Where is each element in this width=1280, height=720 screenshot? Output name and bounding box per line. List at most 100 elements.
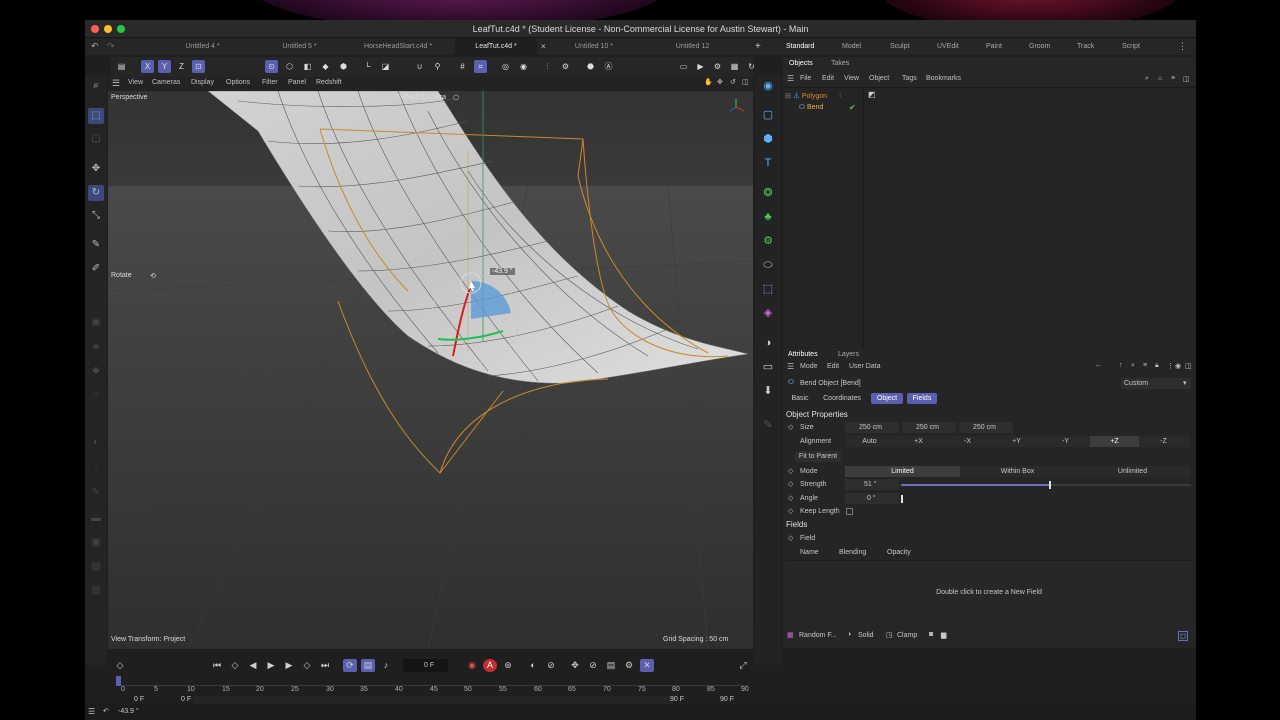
play-icon[interactable]: ▶	[264, 659, 278, 672]
new-window-icon[interactable]: ◫	[1183, 75, 1190, 83]
more-icon[interactable]: ⋮	[1178, 41, 1187, 52]
render-view-icon[interactable]: ▶	[694, 60, 707, 73]
status-menu-icon[interactable]: ☰	[88, 707, 95, 716]
model-mode-icon[interactable]: ▤	[115, 60, 128, 73]
key-rotation-icon[interactable]: ⊘	[544, 659, 558, 672]
snap-icon[interactable]: ⌗	[474, 60, 487, 73]
object-mode-icon[interactable]: ◆	[319, 60, 332, 73]
timeline-ruler[interactable]	[116, 676, 748, 686]
random-field-icon[interactable]: ▦	[787, 631, 794, 639]
new-window-icon[interactable]: ◫	[1185, 362, 1192, 370]
alignment-option-minus-z[interactable]: -Z	[1139, 436, 1188, 447]
attributes-menu-edit[interactable]: Edit	[827, 363, 839, 370]
attributes-hamburger-icon[interactable]: ☰	[787, 362, 794, 371]
objects-menu-object[interactable]: Object	[869, 75, 889, 82]
alignment-option-plus-x[interactable]: +X	[894, 436, 943, 447]
next-frame-icon[interactable]: ▶	[282, 659, 296, 672]
layout-tab-track[interactable]: Track	[1077, 43, 1094, 50]
preset-dropdown[interactable]: Custom ▾	[1121, 378, 1191, 389]
objects-menu-bookmarks[interactable]: Bookmarks	[926, 75, 961, 82]
clapper-icon[interactable]: ▭	[677, 60, 690, 73]
angle-field[interactable]: 0 °	[845, 493, 899, 504]
doc-tab-1[interactable]: Untitled 5 *	[257, 38, 342, 55]
objects-menu-edit[interactable]: Edit	[822, 75, 834, 82]
strength-slider-handle[interactable]	[1048, 481, 1051, 489]
subtab-object[interactable]: Object	[871, 393, 903, 404]
move-view-icon[interactable]: ✥	[717, 78, 723, 86]
move-tool-icon[interactable]: ✥	[88, 161, 104, 177]
viewport-menu-filter[interactable]: Filter	[262, 79, 278, 86]
expand-panel-icon[interactable]: ◻	[1178, 631, 1188, 641]
scene-icon[interactable]: ⬚	[760, 281, 776, 297]
deformer-icon[interactable]: ⚙	[760, 233, 776, 249]
doc-tab-5[interactable]: Untitled 12	[650, 38, 735, 55]
range-end-field[interactable]: 90 F	[670, 696, 684, 703]
autokey-icon[interactable]: A	[483, 659, 497, 672]
reset-tool-icon[interactable]: ⟲	[150, 272, 156, 280]
next-key-icon[interactable]: ◇	[300, 659, 314, 672]
previous-frame-icon[interactable]: ◀	[246, 659, 260, 672]
axis-y-button[interactable]: Y	[158, 60, 171, 73]
timeline-expand-icon[interactable]: ⤢	[736, 659, 750, 672]
close-tab-icon[interactable]: ×	[541, 42, 546, 51]
fit-to-parent-button[interactable]: Fit to Parent	[795, 451, 841, 462]
viewport-menu-display[interactable]: Display	[191, 79, 214, 86]
generator-icon[interactable]: ❂	[760, 185, 776, 201]
render-icon[interactable]: ⬣	[584, 60, 597, 73]
key-position-icon[interactable]: ◐	[526, 659, 540, 672]
layout-tab-paint[interactable]: Paint	[986, 43, 1002, 50]
filter-icon[interactable]: ≡	[1143, 362, 1147, 369]
keyframe-diamond-icon[interactable]: ◇	[788, 534, 793, 542]
3d-viewport[interactable]: Perspective Default Camera ⎔ Rotate ⟲ -4…	[108, 91, 753, 649]
doc-tab-2[interactable]: HorseHeadStart.c4d *	[353, 38, 443, 55]
mode-option-within-box[interactable]: Within Box	[960, 466, 1075, 477]
axis-z-button[interactable]: Z	[175, 60, 188, 73]
random-field-button[interactable]: Random F...	[799, 632, 837, 639]
keyframe-diamond-icon[interactable]: ◇	[788, 423, 793, 431]
subtab-coordinates[interactable]: Coordinates	[818, 393, 866, 404]
objects-menu-tags[interactable]: Tags	[902, 75, 917, 82]
workplane-icon[interactable]: ◎	[499, 60, 512, 73]
pan-view-icon[interactable]: ✋	[704, 78, 713, 86]
spline-icon[interactable]: ▢	[760, 107, 776, 123]
alignment-option-auto[interactable]: Auto	[845, 436, 894, 447]
coordinate-system-icon[interactable]: ⊡	[192, 60, 205, 73]
subtab-basic[interactable]: Basic	[786, 393, 814, 404]
back-arrow-icon[interactable]: ←	[1095, 362, 1102, 369]
expand-icon[interactable]: ⊟	[785, 93, 791, 100]
select-tool-icon[interactable]: ⬚	[88, 108, 104, 124]
objects-menu-file[interactable]: File	[800, 75, 811, 82]
keyframe-diamond-icon[interactable]: ◇	[788, 480, 793, 488]
axis-mode-icon[interactable]: └	[361, 60, 374, 73]
objects-menu-view[interactable]: View	[844, 75, 859, 82]
symmetry-icon[interactable]: ⫶	[541, 60, 554, 73]
select-alt-icon[interactable]: ▢	[88, 131, 104, 147]
knife-tool-icon[interactable]: ✎	[88, 237, 104, 253]
layout-tab-groom[interactable]: Groom	[1029, 43, 1050, 50]
simulation-icon[interactable]: ◈	[760, 305, 776, 321]
interpolation-icon[interactable]: ✕	[640, 659, 654, 672]
settings-gear-icon[interactable]: ⚙	[559, 60, 572, 73]
search-icon[interactable]: ⌕	[1145, 75, 1149, 83]
redshift-icon[interactable]: Ⓐ	[602, 60, 615, 73]
attributes-menu-userdata[interactable]: User Data	[849, 363, 881, 370]
strength-field[interactable]: 51 °	[845, 479, 899, 490]
doc-tab-3[interactable]: LeafTut.c4d *	[455, 38, 537, 55]
alignment-option-plus-z[interactable]: +Z	[1090, 436, 1139, 447]
null-object-icon[interactable]: ◉	[760, 78, 776, 94]
text-icon[interactable]: T	[760, 155, 776, 171]
doc-tab-0[interactable]: Untitled 4 *	[160, 38, 245, 55]
range-start-field-2[interactable]: 0 F	[181, 696, 191, 703]
object-row-polygon[interactable]: ⊟ ⏃ Polygon	[785, 91, 827, 101]
new-tab-button[interactable]: +	[755, 41, 761, 52]
field-column-name[interactable]: Name	[800, 549, 819, 556]
camera-label[interactable]: Default Camera	[397, 94, 446, 101]
layout-tab-script[interactable]: Script	[1122, 43, 1140, 50]
angle-slider-handle[interactable]	[901, 495, 903, 503]
enabled-check-icon[interactable]: ✔	[849, 103, 856, 112]
zoom-search-icon[interactable]: ⌕	[88, 78, 104, 94]
pin-icon[interactable]: ◉	[1175, 362, 1181, 370]
home-icon[interactable]: ⌂	[1158, 75, 1162, 82]
tab-layers[interactable]: Layers	[838, 351, 859, 358]
attributes-menu-mode[interactable]: Mode	[800, 363, 818, 370]
